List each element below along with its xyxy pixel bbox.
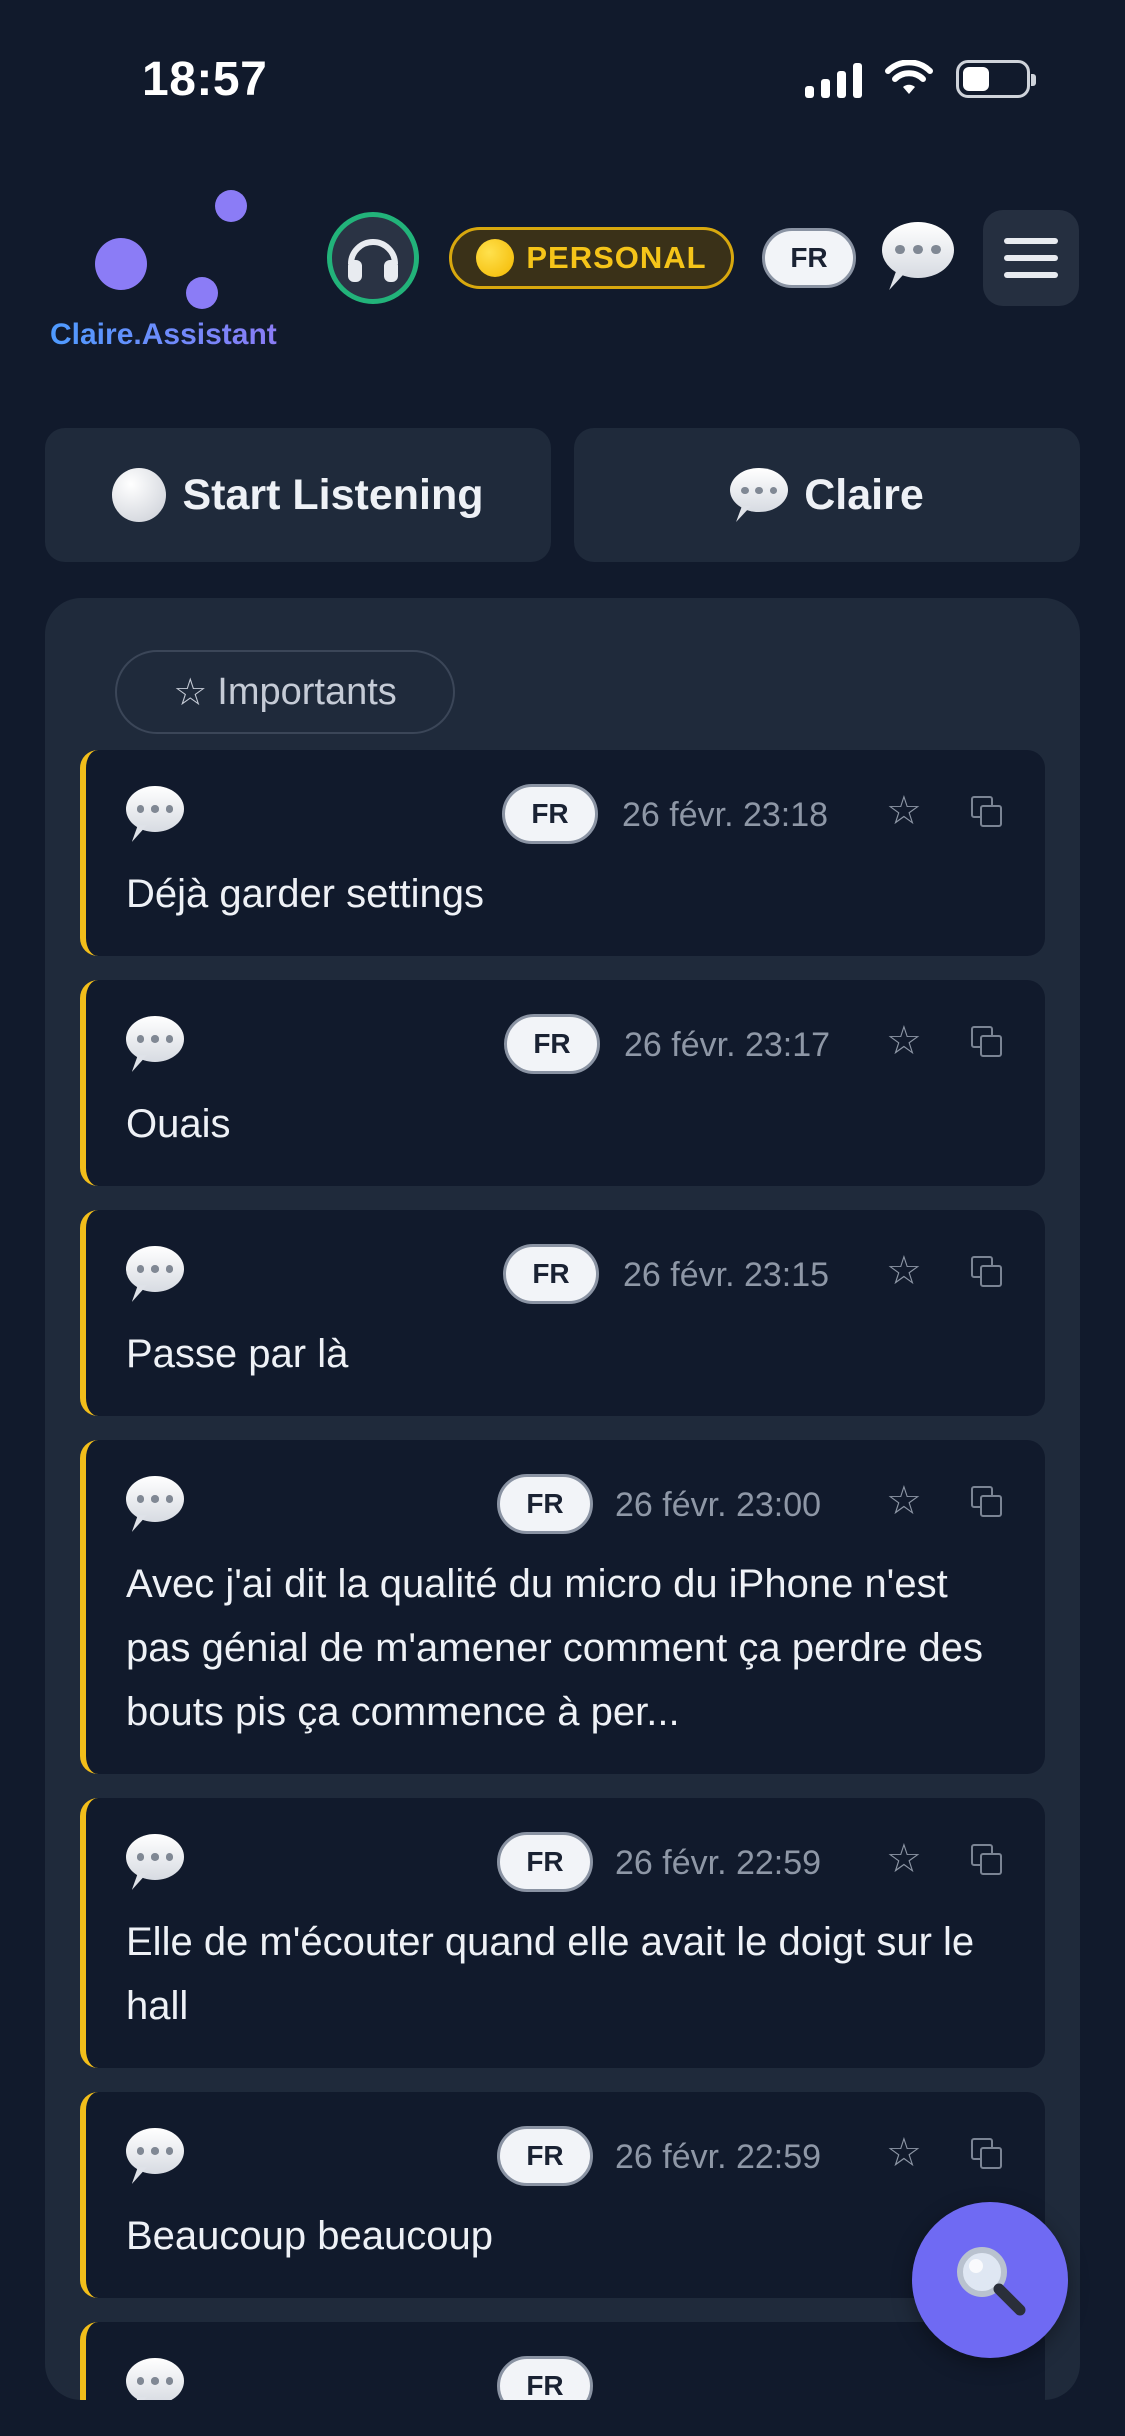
claire-label: Claire [804,470,924,519]
search-icon [957,2247,1026,2316]
language-badge: FR [497,1474,593,1534]
wifi-icon [885,60,933,94]
signal-icon [805,60,862,98]
chat-icon [126,2358,184,2400]
importants-label: Importants [217,670,397,713]
language-badge: FR [502,784,598,844]
mode-badge-label: PERSONAL [526,240,707,275]
importants-filter-chip[interactable]: ☆ Importants [115,650,455,734]
start-listening-label: Start Listening [182,470,484,519]
copy-icon[interactable] [971,1256,1002,1287]
message-date: 26 févr. 23:18 [622,796,829,834]
chat-icon [126,1834,184,1890]
chat-icon [126,1016,184,1072]
chat-icon [730,468,789,522]
chat-icon [126,2128,184,2184]
star-icon[interactable]: ☆ [886,1478,922,1524]
language-badge: FR [497,2356,593,2400]
message-card[interactable]: FR 26 févr. 23:18 ☆ Déjà garder settings [80,750,1045,956]
message-card[interactable]: FR 26 févr. 23:15 ☆ Passe par là [80,1210,1045,1416]
message-text: Beaucoup beaucoup [126,2214,493,2258]
message-date: 26 févr. 22:59 [615,1844,822,1882]
battery-icon [956,60,1036,98]
copy-icon[interactable] [971,2138,1002,2169]
copy-icon[interactable] [971,1026,1002,1057]
message-card[interactable]: FR [80,2322,1045,2400]
message-text: Ouais [126,1102,231,1146]
chat-icon [126,1476,184,1532]
message-card[interactable]: FR 26 févr. 23:17 ☆ Ouais [80,980,1045,1186]
star-icon[interactable]: ☆ [886,788,922,834]
search-button[interactable] [912,2202,1068,2358]
chat-icon[interactable] [882,222,954,290]
chat-icon [126,786,184,842]
start-listening-button[interactable]: Start Listening [45,428,551,562]
message-card[interactable]: FR 26 févr. 22:59 ☆ Beaucoup beaucoup [80,2092,1045,2298]
message-card[interactable]: FR 26 févr. 23:00 ☆ Avec j'ai dit la qua… [80,1440,1045,1774]
headphones-icon [348,239,398,282]
message-text: Avec j'ai dit la qualité du micro du iPh… [126,1562,983,1734]
copy-icon[interactable] [971,1844,1002,1875]
copy-icon[interactable] [971,1486,1002,1517]
app-logo[interactable]: Claire.Assistant [40,190,290,360]
personal-mode-badge[interactable]: PERSONAL [449,227,734,289]
message-text: Déjà garder settings [126,872,484,916]
status-time: 18:57 [142,53,268,106]
message-date: 26 févr. 23:00 [615,1486,822,1524]
message-text: Elle de m'écouter quand elle avait le do… [126,1920,975,2028]
message-card[interactable]: FR 26 févr. 22:59 ☆ Elle de m'écouter qu… [80,1798,1045,2068]
language-badge: FR [503,1244,599,1304]
messages-panel[interactable]: ☆ Importants FR 26 févr. 23:18 ☆ Déjà ga… [45,598,1080,2400]
claire-button[interactable]: Claire [574,428,1080,562]
star-icon[interactable]: ☆ [886,1018,922,1064]
language-badge: FR [497,1832,593,1892]
message-date: 26 févr. 23:17 [624,1026,831,1064]
language-badge: FR [497,2126,593,2186]
yellow-circle-icon [476,239,515,277]
headset-button[interactable] [327,212,419,304]
star-icon[interactable]: ☆ [886,1248,922,1294]
status-icons [805,60,1036,98]
logo-text: Claire.Assistant [50,318,277,351]
star-icon[interactable]: ☆ [886,1836,922,1882]
menu-button[interactable] [983,210,1079,306]
star-icon[interactable]: ☆ [886,2130,922,2176]
white-circle-icon [112,468,167,522]
message-text: Passe par là [126,1332,349,1376]
chat-icon [126,1246,184,1302]
message-date: 26 févr. 23:15 [623,1256,830,1294]
message-date: 26 févr. 22:59 [615,2138,822,2176]
star-icon: ☆ [173,671,208,714]
language-badge: FR [504,1014,600,1074]
copy-icon[interactable] [971,796,1002,827]
language-button[interactable]: FR [762,228,856,288]
